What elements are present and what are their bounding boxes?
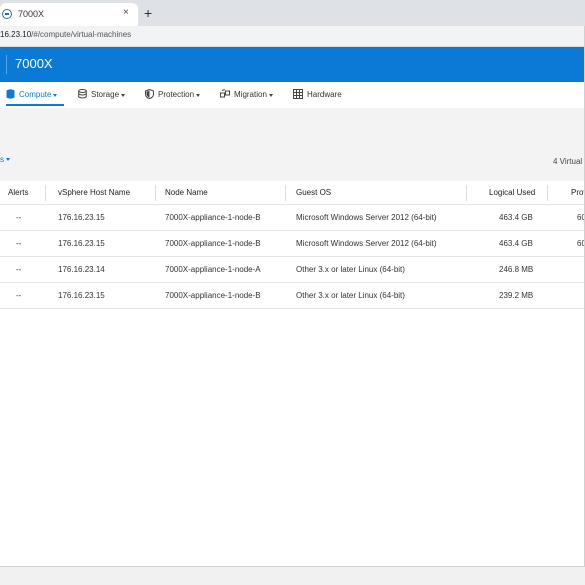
table-row[interactable]: -- 176.16.23.15 7000X-appliance-1-node-B… bbox=[0, 231, 585, 257]
cell-logical-used: 463.4 GB bbox=[499, 213, 533, 222]
active-tab-indicator bbox=[6, 104, 64, 106]
cell-host: 176.16.23.15 bbox=[58, 239, 105, 248]
table-row[interactable]: -- 176.16.23.15 7000X-appliance-1-node-B… bbox=[0, 283, 585, 309]
grid-icon bbox=[293, 89, 303, 101]
nav-label: Migration bbox=[234, 90, 267, 100]
column-divider[interactable] bbox=[547, 185, 548, 201]
nav-item-migration[interactable]: Migration bbox=[220, 89, 273, 101]
new-tab-button[interactable]: + bbox=[144, 6, 152, 20]
tab-title: 7000X bbox=[18, 9, 45, 19]
cell-node: 7000X-appliance-1-node-B bbox=[165, 239, 261, 248]
cell-node: 7000X-appliance-1-node-A bbox=[165, 265, 261, 274]
database-icon bbox=[78, 89, 87, 101]
nav-label: Protection bbox=[158, 90, 195, 100]
chevron-down-icon bbox=[121, 93, 126, 97]
view-filter-dropdown[interactable]: s bbox=[0, 155, 10, 164]
table-row[interactable]: -- 176.16.23.14 7000X-appliance-1-node-A… bbox=[0, 257, 585, 283]
column-header-host[interactable]: vSphere Host Name bbox=[58, 181, 130, 204]
column-divider[interactable] bbox=[285, 185, 286, 201]
nav-item-hardware[interactable]: Hardware bbox=[293, 89, 342, 101]
app-title: 7000X bbox=[15, 56, 53, 71]
column-header-provisioned[interactable]: Prov bbox=[571, 181, 585, 204]
column-divider[interactable] bbox=[466, 185, 467, 201]
cell-alerts: -- bbox=[16, 265, 22, 274]
cell-logical-used: 246.8 MB bbox=[499, 265, 534, 274]
nav-item-protection[interactable]: Protection bbox=[145, 88, 201, 101]
main-nav: Compute Storage Protection Migration Har… bbox=[0, 82, 585, 108]
cell-node: 7000X-appliance-1-node-B bbox=[165, 291, 261, 300]
shield-icon bbox=[145, 88, 154, 101]
cell-alerts: -- bbox=[16, 291, 22, 300]
url-text[interactable]: 16.23.10/#/compute/virtual-machines bbox=[0, 30, 131, 39]
nav-item-storage[interactable]: Storage bbox=[78, 89, 126, 101]
cell-guest-os: Other 3.x or later Linux (64-bit) bbox=[296, 265, 405, 274]
nav-item-compute[interactable]: Compute bbox=[6, 89, 58, 101]
column-divider[interactable] bbox=[45, 185, 46, 201]
column-header-alerts[interactable]: Alerts bbox=[8, 181, 28, 204]
status-bar bbox=[0, 566, 585, 585]
nav-label: Storage bbox=[91, 90, 120, 100]
chevron-down-icon bbox=[6, 158, 10, 162]
migration-icon bbox=[220, 89, 230, 101]
chevron-down-icon bbox=[196, 93, 201, 97]
chevron-down-icon bbox=[268, 93, 273, 97]
column-header-node[interactable]: Node Name bbox=[165, 181, 208, 204]
cell-alerts: -- bbox=[16, 239, 22, 248]
url-host: 16.23.10 bbox=[0, 30, 32, 39]
app-header: 7000X bbox=[0, 47, 585, 82]
address-bar[interactable]: 16.23.10/#/compute/virtual-machines bbox=[0, 26, 585, 47]
nav-label: Compute bbox=[19, 90, 52, 100]
vm-table: Alerts vSphere Host Name Node Name Guest… bbox=[0, 181, 585, 566]
cell-alerts: -- bbox=[16, 213, 22, 222]
close-tab-icon[interactable]: × bbox=[123, 7, 129, 18]
cell-host: 176.16.23.15 bbox=[58, 291, 105, 300]
cell-guest-os: Other 3.x or later Linux (64-bit) bbox=[296, 291, 405, 300]
table-header: Alerts vSphere Host Name Node Name Guest… bbox=[0, 181, 585, 205]
cell-logical-used: 239.2 MB bbox=[499, 291, 534, 300]
main-content: s 4 Virtual Alerts vSphere Host Name Nod… bbox=[0, 108, 585, 566]
compute-icon bbox=[6, 89, 15, 101]
column-header-logical-used[interactable]: Logical Used bbox=[489, 181, 535, 204]
cell-host: 176.16.23.14 bbox=[58, 265, 105, 274]
cell-node: 7000X-appliance-1-node-B bbox=[165, 213, 261, 222]
cell-logical-used: 463.4 GB bbox=[499, 239, 533, 248]
vm-count: 4 Virtual bbox=[553, 157, 583, 166]
dell-logo-icon bbox=[2, 9, 12, 19]
browser-tab-bar: 7000X × + bbox=[0, 0, 585, 26]
cell-guest-os: Microsoft Windows Server 2012 (64-bit) bbox=[296, 239, 437, 248]
header-divider bbox=[6, 55, 7, 74]
filter-label: s bbox=[0, 155, 4, 164]
table-row[interactable]: -- 176.16.23.15 7000X-appliance-1-node-B… bbox=[0, 205, 585, 231]
browser-tab[interactable]: 7000X × bbox=[0, 3, 138, 26]
url-path: /#/compute/virtual-machines bbox=[31, 30, 132, 39]
cell-host: 176.16.23.15 bbox=[58, 213, 105, 222]
column-divider[interactable] bbox=[155, 185, 156, 201]
column-header-guest-os[interactable]: Guest OS bbox=[296, 181, 331, 204]
chevron-down-icon bbox=[53, 93, 58, 97]
nav-label: Hardware bbox=[307, 90, 342, 100]
cell-guest-os: Microsoft Windows Server 2012 (64-bit) bbox=[296, 213, 437, 222]
